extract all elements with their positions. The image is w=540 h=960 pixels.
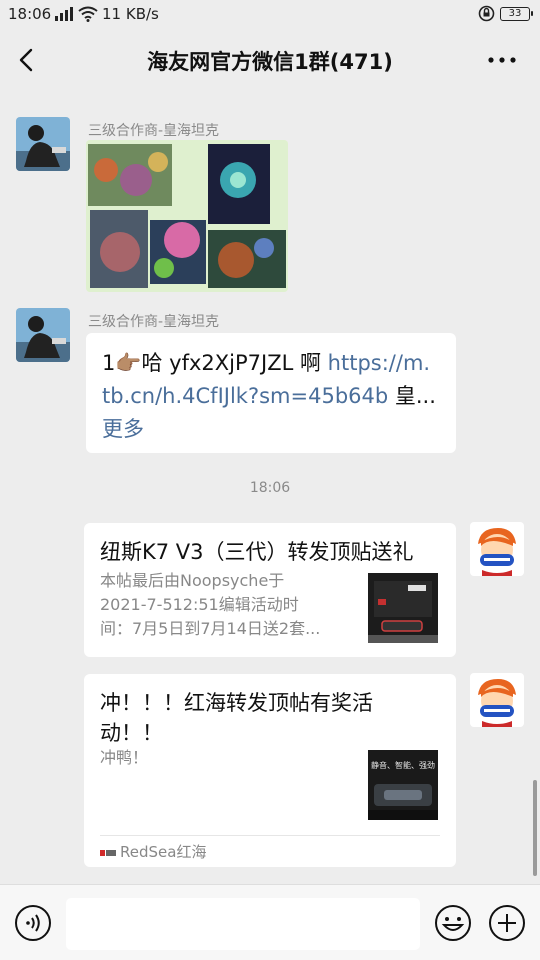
time-separator: 18:06 xyxy=(249,480,291,496)
sender-name: 三级合作商-皇海坦克 xyxy=(88,314,220,330)
card-description: 本帖最后由Noopsyche于 2021-7-512:51编辑活动时 间：7月5… xyxy=(100,569,320,641)
card-title-line: 冲！！！红海转发顶帖有奖活 xyxy=(100,691,373,715)
card-source: RedSea红海 xyxy=(100,835,440,867)
cartoon-avatar-icon xyxy=(470,673,524,727)
status-time: 18:06 xyxy=(8,5,52,23)
signal-icon xyxy=(55,7,73,21)
chat-title: 海友网官方微信1群(471) xyxy=(147,50,393,74)
text-bubble[interactable]: 1👉🏽哈 yfx2XjP7JZL 啊 https://m. tb.cn/h.4C… xyxy=(86,333,456,453)
plus-icon[interactable] xyxy=(488,904,526,942)
card-desc-line: 本帖最后由Noopsyche于 xyxy=(100,571,285,590)
card-thumbnail xyxy=(368,573,438,643)
card-description: 冲鸭！ xyxy=(100,748,149,767)
emoji-icon[interactable] xyxy=(434,904,472,942)
message-line: 1👉🏽哈 yfx2XjP7JZL 啊 https://m. xyxy=(102,347,440,380)
message-text: 1👉🏽哈 yfx2XjP7JZL 啊 xyxy=(102,351,328,375)
network-speed: 11 KB/s xyxy=(102,5,159,23)
chat-header: 海友网官方微信1群(471) xyxy=(0,28,540,92)
product-banner-icon: 静音、智能、强劲 xyxy=(368,750,438,820)
card-title: 纽斯K7 V3（三代）转发顶贴送礼 xyxy=(100,540,414,564)
avatar-photo-icon xyxy=(16,308,70,362)
avatar[interactable] xyxy=(16,117,70,171)
sender-name: 三级合作商-皇海坦克 xyxy=(88,123,220,139)
status-bar: 18:06 11 KB/s 33 xyxy=(0,0,540,28)
avatar[interactable] xyxy=(16,308,70,362)
wifi-icon xyxy=(78,6,98,22)
card-source-name: RedSea红海 xyxy=(120,843,207,861)
scrollbar-thumb[interactable] xyxy=(533,780,537,876)
more-dots-icon[interactable] xyxy=(486,48,518,72)
battery-indicator: 33 xyxy=(500,7,533,21)
image-message[interactable] xyxy=(86,140,288,292)
shared-card[interactable]: 冲！！！红海转发顶帖有奖活 动！！ 冲鸭！ 静音、智能、强劲 RedSea红海 xyxy=(84,674,456,867)
message-text: 皇... xyxy=(388,384,436,408)
redsea-logo-icon xyxy=(100,849,116,856)
voice-icon[interactable] xyxy=(14,904,52,942)
cartoon-avatar-icon xyxy=(470,522,524,576)
card-desc-line: 2021-7-512:51编辑活动时 xyxy=(100,595,299,614)
card-thumbnail: 静音、智能、强劲 xyxy=(368,750,438,820)
card-desc-line: 间：7月5日到7月14日送2套... xyxy=(100,619,321,638)
input-bar xyxy=(0,884,540,960)
card-title-line: 动！！ xyxy=(100,721,163,745)
more-link[interactable]: 更多 xyxy=(102,413,440,446)
device-photo-icon xyxy=(368,573,438,643)
message-line: tb.cn/h.4CfIJlk?sm=45b64b 皇... xyxy=(102,380,440,413)
shared-card[interactable]: 纽斯K7 V3（三代）转发顶贴送礼 本帖最后由Noopsyche于 2021-7… xyxy=(84,523,456,657)
self-avatar[interactable] xyxy=(470,673,524,727)
self-avatar[interactable] xyxy=(470,522,524,576)
coral-collage-image xyxy=(86,140,288,292)
alarm-icon xyxy=(478,5,495,22)
avatar-photo-icon xyxy=(16,117,70,171)
thumb-caption: 静音、智能、强劲 xyxy=(371,760,435,770)
message-link[interactable]: tb.cn/h.4CfIJlk?sm=45b64b xyxy=(102,384,388,408)
message-input[interactable] xyxy=(66,898,420,950)
message-link[interactable]: https://m. xyxy=(328,351,430,375)
